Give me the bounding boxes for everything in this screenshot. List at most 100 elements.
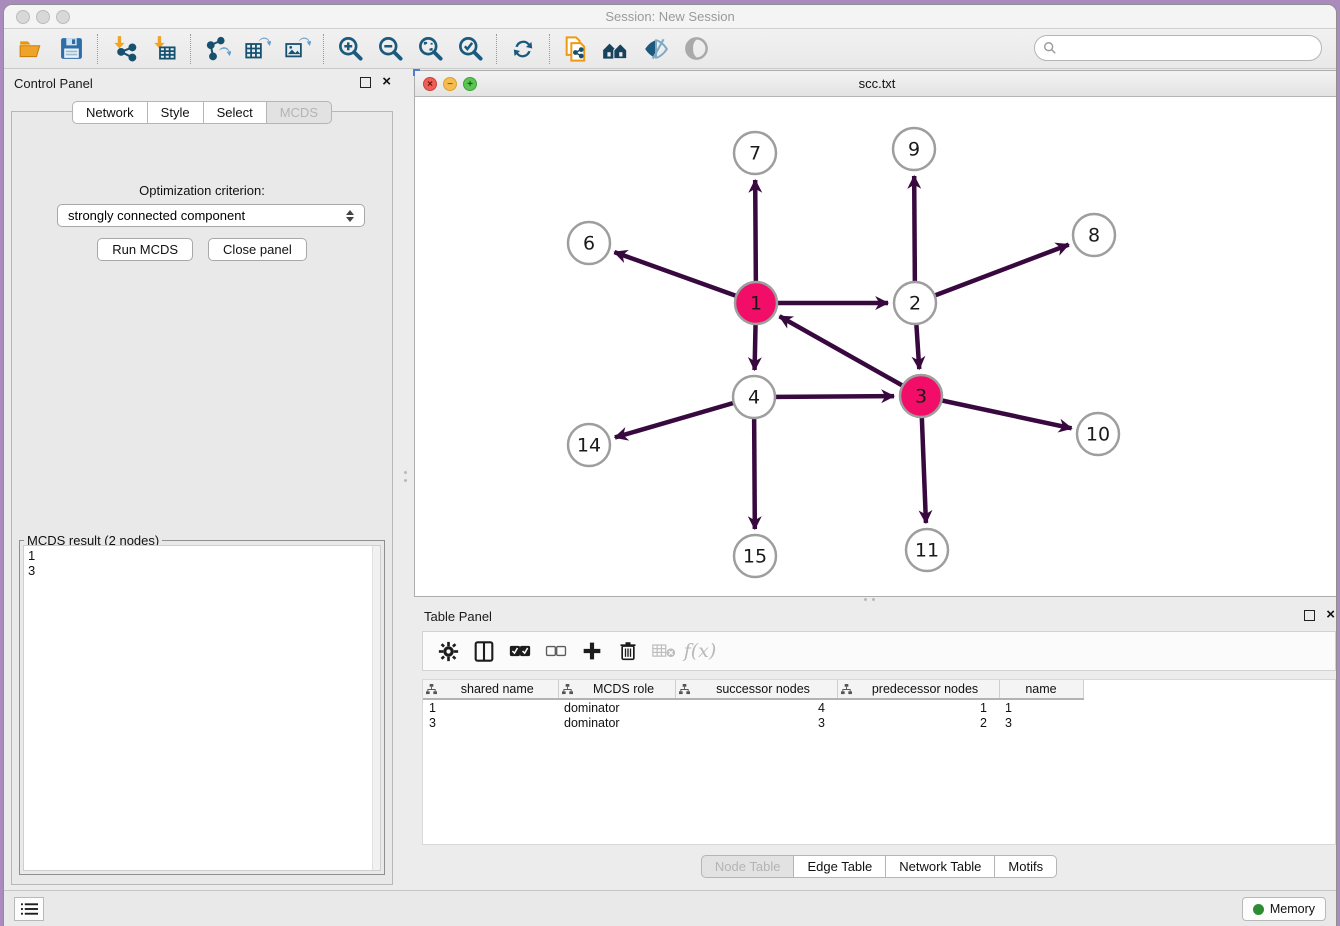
node-table: shared name MCDS role successor nodes pr…: [422, 679, 1336, 845]
graph-node-label: 14: [577, 435, 601, 457]
control-panel-tabs: Network Style Select MCDS: [4, 101, 400, 124]
tab-network-table[interactable]: Network Table: [886, 855, 995, 878]
zoom-selected-icon[interactable]: [453, 34, 487, 64]
open-file-icon[interactable]: [14, 34, 48, 64]
table-cell[interactable]: 3: [999, 715, 1083, 731]
zoom-fit-icon[interactable]: [413, 34, 447, 64]
table-toolbar: f(x): [422, 631, 1336, 671]
table-cell[interactable]: 2: [837, 715, 999, 731]
toolbar-separator: [549, 34, 550, 64]
mcds-result-text[interactable]: 1 3: [23, 545, 381, 871]
graph-node-label: 4: [748, 387, 760, 409]
table-cell[interactable]: 4: [675, 699, 837, 715]
export-network-icon[interactable]: [200, 34, 234, 64]
first-neighbors-icon[interactable]: [599, 34, 633, 64]
graph-node-label: 15: [743, 546, 767, 568]
optimization-criterion-label: Optimization criterion:: [12, 183, 392, 198]
network-window-title-bar[interactable]: × − + scc.txt: [415, 71, 1337, 97]
table-panel-float-button[interactable]: [1304, 610, 1315, 621]
save-session-icon[interactable]: [54, 34, 88, 64]
table-row[interactable]: 3dominator323: [423, 715, 1083, 731]
memory-button[interactable]: Memory: [1242, 897, 1326, 921]
col-header-name[interactable]: name: [999, 680, 1083, 699]
column-type-icon: [679, 684, 690, 695]
criterion-dropdown-value: strongly connected component: [68, 208, 245, 223]
table-cell[interactable]: 1: [999, 699, 1083, 715]
tab-mcds[interactable]: MCDS: [267, 101, 332, 124]
show-style-icon[interactable]: [639, 34, 673, 64]
control-panel-title: Control Panel: [14, 76, 93, 91]
clone-network-icon[interactable]: [559, 34, 593, 64]
control-panel-header: Control Panel ×: [4, 70, 400, 96]
graph-edge-2-8[interactable]: [915, 245, 1069, 303]
table-panel-title: Table Panel: [424, 609, 492, 624]
graph-edge-1-6[interactable]: [614, 252, 756, 303]
graph-edge-3-10[interactable]: [921, 396, 1072, 428]
table-cell[interactable]: 3: [423, 715, 558, 731]
graph-node-label: 10: [1086, 424, 1110, 446]
select-all-icon[interactable]: [505, 637, 535, 665]
table-cell[interactable]: 1: [837, 699, 999, 715]
graph-edge-3-1[interactable]: [780, 316, 921, 396]
function-builder-icon: f(x): [685, 637, 715, 665]
zoom-out-icon[interactable]: [373, 34, 407, 64]
window-title: Session: New Session: [4, 9, 1336, 24]
tab-edge-table[interactable]: Edge Table: [794, 855, 886, 878]
col-header-shared-name[interactable]: shared name: [423, 680, 558, 699]
mcds-panel: Optimization criterion: strongly connect…: [11, 111, 393, 885]
network-window-title: scc.txt: [415, 76, 1337, 91]
main-title-bar: Session: New Session: [4, 5, 1336, 29]
task-history-button[interactable]: [14, 897, 44, 921]
zoom-in-icon[interactable]: [333, 34, 367, 64]
horizontal-splitter[interactable]: [864, 597, 878, 602]
search-box[interactable]: [1034, 35, 1322, 61]
tab-network[interactable]: Network: [72, 101, 148, 124]
criterion-dropdown[interactable]: strongly connected component: [57, 204, 365, 227]
result-scrollbar[interactable]: [372, 546, 380, 870]
table-cell[interactable]: dominator: [558, 715, 675, 731]
column-type-icon: [841, 684, 852, 695]
export-table-icon[interactable]: [240, 34, 274, 64]
search-icon: [1043, 41, 1057, 55]
control-panel-close-button[interactable]: ×: [382, 73, 391, 91]
table-panel-close-button[interactable]: ×: [1326, 606, 1335, 624]
table-cell[interactable]: dominator: [558, 699, 675, 715]
mcds-result-group: MCDS result (2 nodes) 1 3: [19, 540, 385, 875]
col-header-mcds-role[interactable]: MCDS role: [558, 680, 675, 699]
node-table-grid: shared name MCDS role successor nodes pr…: [423, 680, 1084, 731]
toolbar-separator: [496, 34, 497, 64]
network-canvas[interactable]: 1234678910111415: [415, 97, 1337, 596]
close-panel-button[interactable]: Close panel: [208, 238, 307, 261]
deselect-all-icon[interactable]: [541, 637, 571, 665]
run-mcds-button[interactable]: Run MCDS: [97, 238, 193, 261]
tab-motifs[interactable]: Motifs: [995, 855, 1057, 878]
split-view-icon[interactable]: [469, 637, 499, 665]
tab-style[interactable]: Style: [148, 101, 204, 124]
table-cell[interactable]: 1: [423, 699, 558, 715]
show-hide-graphics-icon[interactable]: [679, 34, 713, 64]
refresh-icon[interactable]: [506, 34, 540, 64]
dropdown-stepper-icon: [346, 210, 354, 222]
tab-select[interactable]: Select: [204, 101, 267, 124]
table-panel: Table Panel ×: [414, 603, 1337, 890]
delete-table-icon: [649, 637, 679, 665]
import-network-icon[interactable]: [107, 34, 141, 64]
table-settings-icon[interactable]: [433, 637, 463, 665]
graph-node-label: 8: [1088, 225, 1100, 247]
search-input[interactable]: [1062, 41, 1321, 56]
graph-node-label: 11: [915, 540, 939, 562]
memory-status-icon: [1253, 904, 1264, 915]
import-table-icon[interactable]: [147, 34, 181, 64]
vertical-splitter[interactable]: [403, 471, 408, 485]
col-header-successor-nodes[interactable]: successor nodes: [675, 680, 837, 699]
tab-node-table[interactable]: Node Table: [701, 855, 795, 878]
col-header-predecessor-nodes[interactable]: predecessor nodes: [837, 680, 999, 699]
add-column-icon[interactable]: [577, 637, 607, 665]
export-image-icon[interactable]: [280, 34, 314, 64]
table-row[interactable]: 1dominator411: [423, 699, 1083, 715]
table-cell[interactable]: 3: [675, 715, 837, 731]
toolbar-separator: [190, 34, 191, 64]
graph-node-label: 1: [750, 293, 762, 315]
delete-column-icon[interactable]: [613, 637, 643, 665]
control-panel-float-button[interactable]: [360, 77, 371, 88]
